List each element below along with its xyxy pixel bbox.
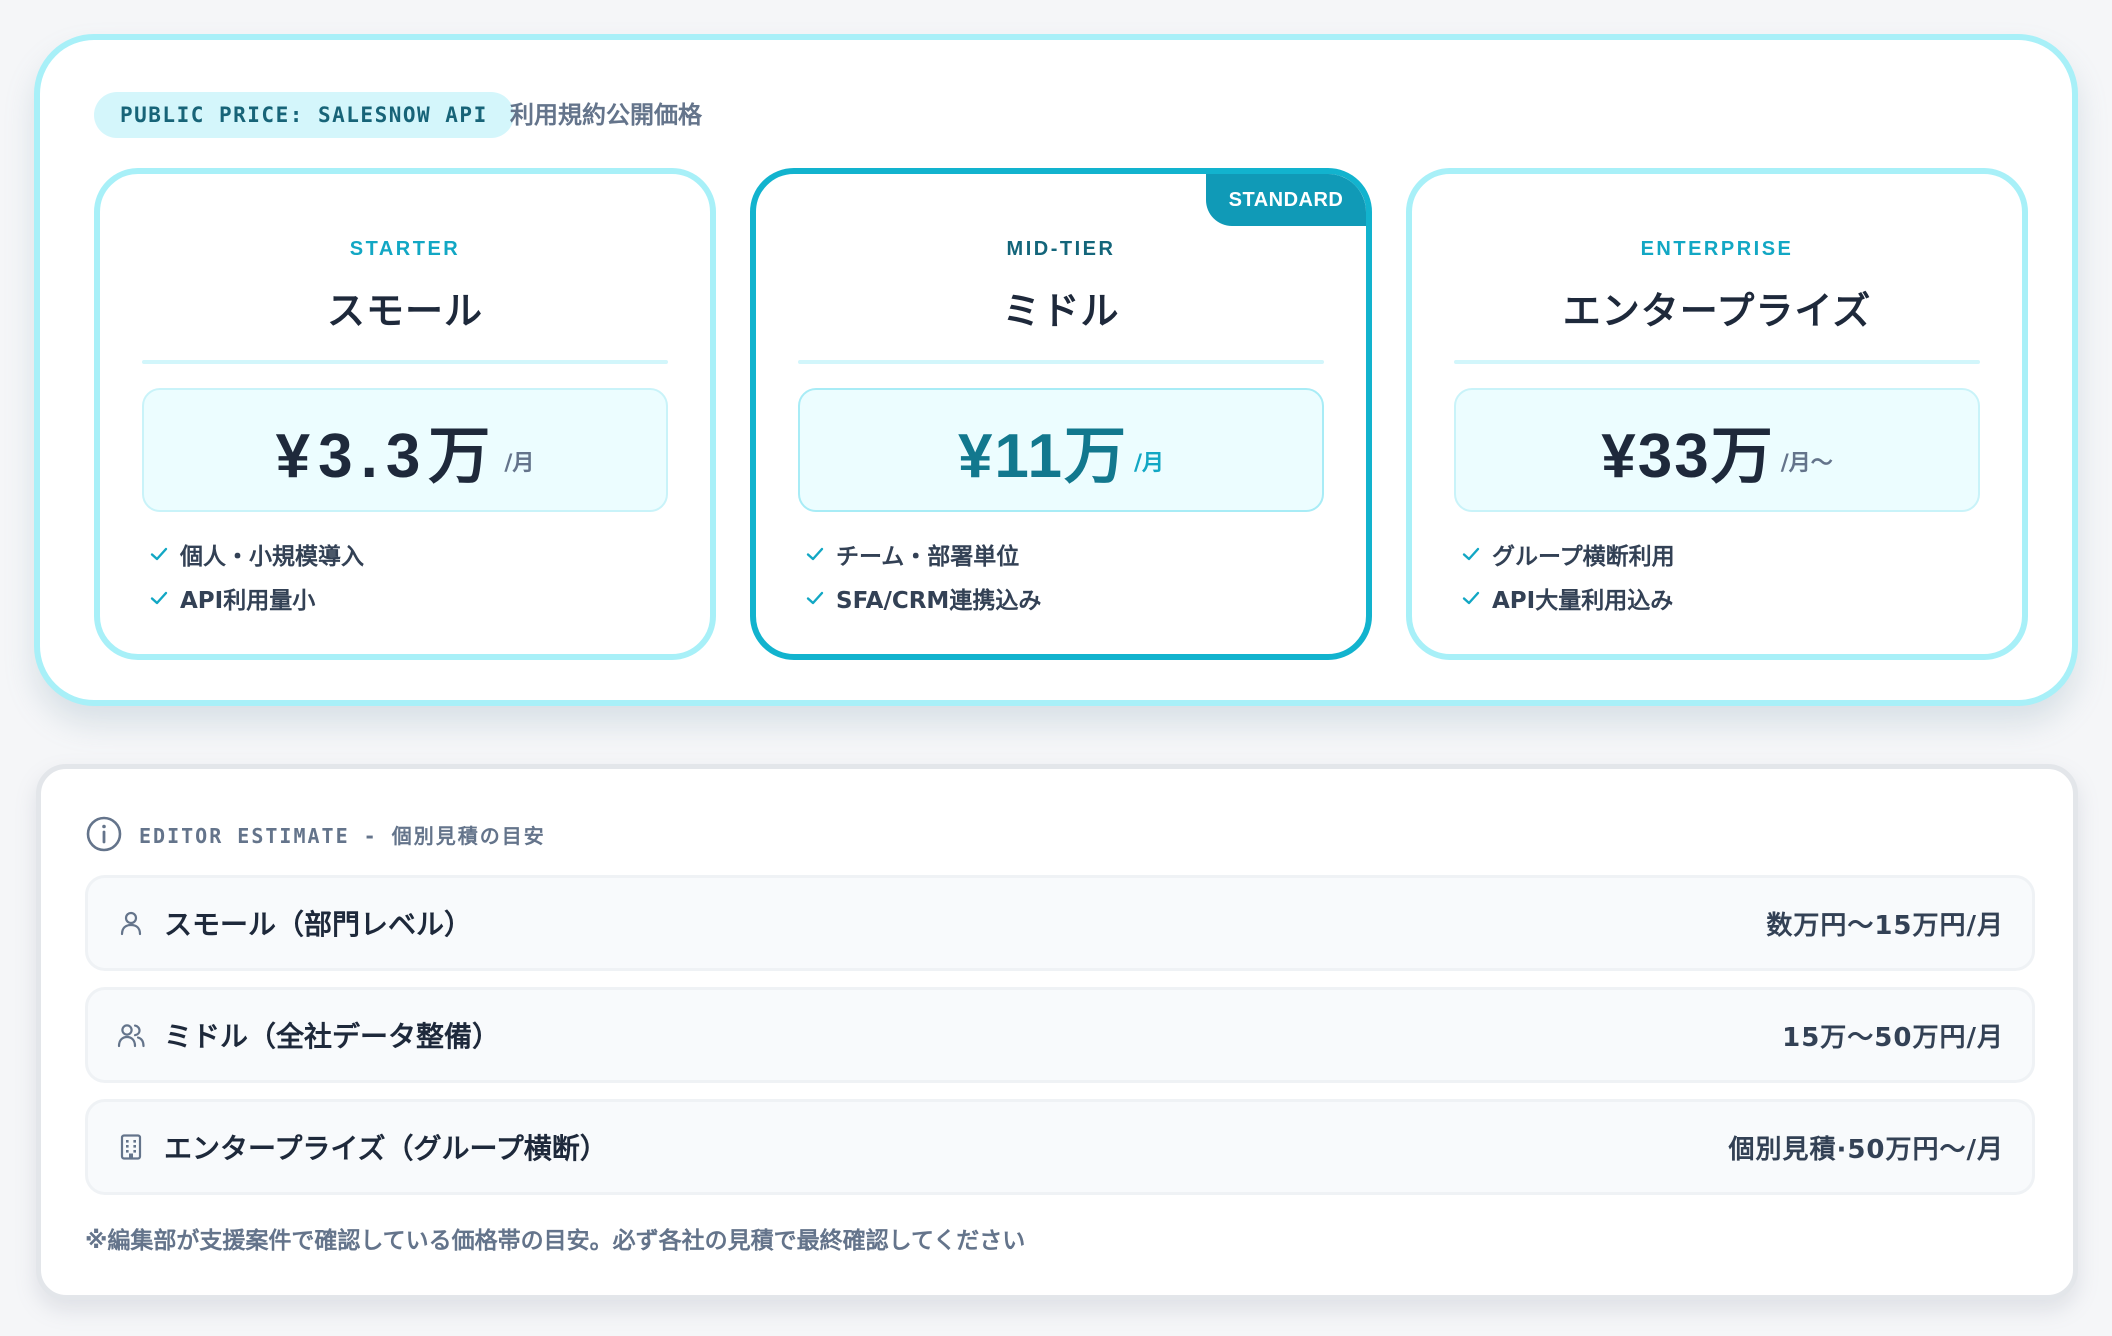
price-unit: /月 bbox=[504, 451, 535, 476]
plan-tier: MID-TIER bbox=[1006, 238, 1116, 260]
divider bbox=[142, 360, 668, 364]
feature-label: API大量利用込み bbox=[1492, 588, 1674, 614]
estimate-header: EDITOR ESTIMATE - 個別見積の目安 bbox=[85, 815, 546, 853]
info-icon bbox=[85, 815, 123, 853]
plan-name: エンタープライズ bbox=[1562, 289, 1872, 333]
plan-price: ¥11万 bbox=[957, 422, 1128, 491]
plan-card-mid-tier[interactable]: STANDARD MID-TIER ミドル ¥11万 /月 チーム・部署単位 S… bbox=[750, 168, 1372, 660]
estimate-row-label: ミドル（全社データ整備） bbox=[164, 1020, 501, 1053]
estimate-row-value: 数万円〜15万円/月 bbox=[1766, 910, 2004, 941]
estimate-row: ミドル（全社データ整備） 15万〜50万円/月 bbox=[85, 987, 2035, 1083]
feature-item: SFA/CRM連携込み bbox=[804, 576, 1041, 620]
standard-ribbon: STANDARD bbox=[1206, 174, 1366, 226]
plan-tier: ENTERPRISE bbox=[1640, 238, 1794, 260]
feature-label: SFA/CRM連携込み bbox=[836, 588, 1042, 614]
check-icon bbox=[804, 543, 826, 565]
check-icon bbox=[1460, 543, 1482, 565]
feature-list: チーム・部署単位 SFA/CRM連携込み bbox=[804, 532, 1041, 620]
feature-item: 個人・小規模導入 bbox=[148, 532, 364, 576]
plan-card-enterprise[interactable]: ENTERPRISE エンタープライズ ¥33万 /月〜 グループ横断利用 AP… bbox=[1406, 168, 2028, 660]
estimate-title: EDITOR ESTIMATE - 個別見積の目安 bbox=[139, 823, 546, 848]
check-icon bbox=[1460, 587, 1482, 609]
plan-price: ¥33万 bbox=[1601, 422, 1775, 491]
check-icon bbox=[148, 587, 170, 609]
editor-estimate-panel: EDITOR ESTIMATE - 個別見積の目安 スモール（部門レベル） 数万… bbox=[36, 764, 2078, 1300]
plan-tier: STARTER bbox=[349, 238, 461, 260]
check-icon bbox=[148, 543, 170, 565]
check-icon bbox=[804, 587, 826, 609]
plan-price: ¥3.3万 bbox=[275, 422, 499, 491]
feature-item: API大量利用込み bbox=[1460, 576, 1675, 620]
feature-label: チーム・部署単位 bbox=[836, 544, 1020, 570]
price-box: ¥33万 /月〜 bbox=[1454, 388, 1980, 512]
public-price-panel: PUBLIC PRICE: SALESNOW API 利用規約公開価格 STAR… bbox=[34, 34, 2078, 706]
user-icon bbox=[116, 908, 146, 938]
divider bbox=[1454, 360, 1980, 364]
estimate-row-value: 15万〜50万円/月 bbox=[1782, 1022, 2004, 1053]
building-icon bbox=[116, 1132, 146, 1162]
plan-card-starter[interactable]: STARTER スモール ¥3.3万 /月 個人・小規模導入 API利用量小 bbox=[94, 168, 716, 660]
estimate-row-value: 個別見積·50万円〜/月 bbox=[1728, 1134, 2004, 1165]
public-price-caption: 利用規約公開価格 bbox=[510, 101, 702, 129]
feature-label: 個人・小規模導入 bbox=[180, 544, 364, 570]
price-box: ¥11万 /月 bbox=[798, 388, 1324, 512]
price-unit: /月 bbox=[1133, 451, 1165, 476]
plan-name: ミドル bbox=[1002, 289, 1120, 333]
price-unit: /月〜 bbox=[1780, 451, 1833, 476]
estimate-row: スモール（部門レベル） 数万円〜15万円/月 bbox=[85, 875, 2035, 971]
price-box: ¥3.3万 /月 bbox=[142, 388, 668, 512]
estimate-row-label: スモール（部門レベル） bbox=[164, 908, 473, 941]
estimate-note: ※編集部が支援案件で確認している価格帯の目安。必ず各社の見積で最終確認してくださ… bbox=[85, 1228, 1026, 1254]
estimate-row: エンタープライズ（グループ横断） 個別見積·50万円〜/月 bbox=[85, 1099, 2035, 1195]
public-price-badge: PUBLIC PRICE: SALESNOW API bbox=[94, 92, 514, 138]
feature-label: グループ横断利用 bbox=[1492, 544, 1675, 570]
feature-item: API利用量小 bbox=[148, 576, 364, 620]
feature-list: 個人・小規模導入 API利用量小 bbox=[148, 532, 364, 620]
divider bbox=[798, 360, 1324, 364]
users-icon bbox=[116, 1020, 146, 1050]
feature-item: チーム・部署単位 bbox=[804, 532, 1041, 576]
plan-name: スモール bbox=[326, 289, 483, 333]
feature-list: グループ横断利用 API大量利用込み bbox=[1460, 532, 1675, 620]
feature-item: グループ横断利用 bbox=[1460, 532, 1675, 576]
feature-label: API利用量小 bbox=[180, 588, 316, 614]
estimate-row-label: エンタープライズ（グループ横断） bbox=[164, 1132, 608, 1165]
